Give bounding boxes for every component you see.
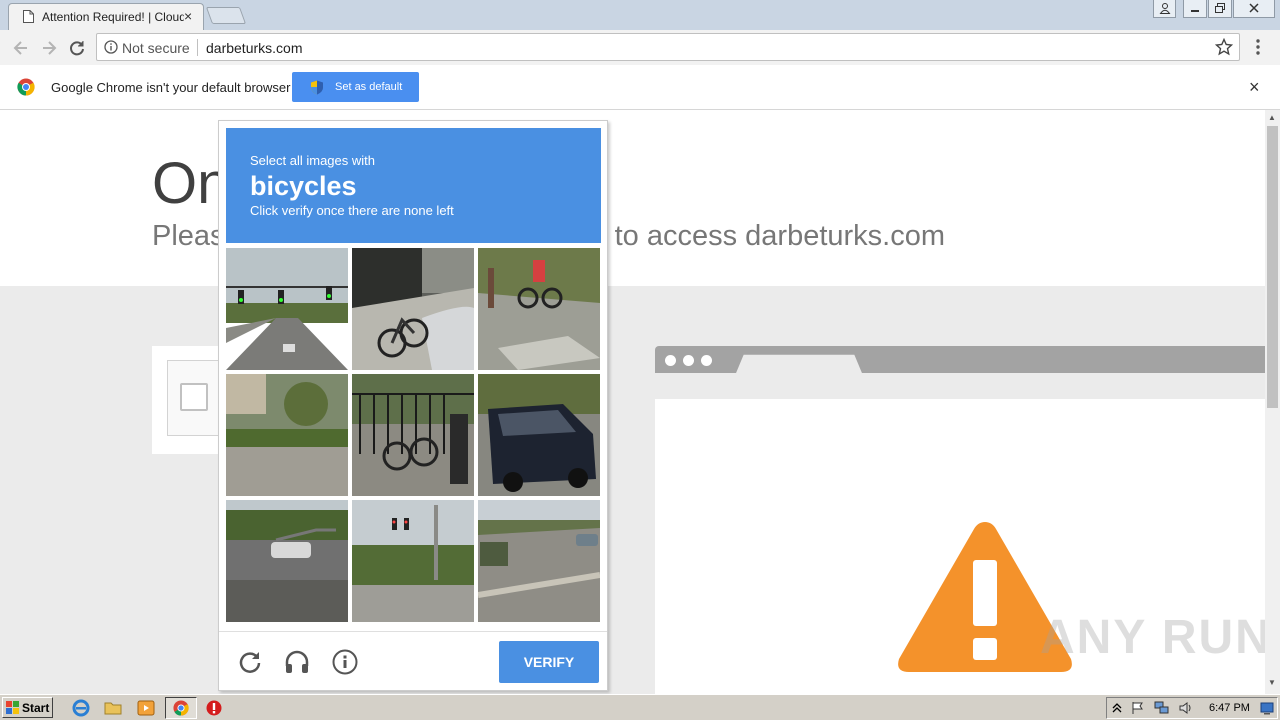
tile-image bbox=[478, 374, 600, 496]
kebab-menu-icon[interactable] bbox=[1252, 38, 1264, 56]
challenge-instruction: Select all images with bbox=[250, 153, 375, 168]
image-tile[interactable] bbox=[352, 248, 474, 370]
tile-image bbox=[352, 248, 474, 370]
restore-button[interactable] bbox=[1208, 0, 1232, 18]
image-tile[interactable] bbox=[352, 374, 474, 496]
tile-image bbox=[478, 500, 600, 622]
infobar-close-button[interactable]: × bbox=[1249, 78, 1260, 96]
page-content: One more step Please complete the securi… bbox=[0, 110, 1265, 694]
chrome-logo-icon bbox=[17, 78, 35, 96]
scroll-up-icon[interactable]: ▲ bbox=[1268, 113, 1276, 122]
anyrun-watermark: ANY RUN bbox=[1040, 611, 1265, 664]
restore-icon bbox=[1215, 3, 1225, 13]
tab-title: Attention Required! | Cloudflare bbox=[42, 10, 184, 24]
illustration-dot bbox=[701, 355, 712, 366]
chrome-icon bbox=[173, 700, 189, 716]
verify-button[interactable]: VERIFY bbox=[499, 641, 599, 683]
address-bar[interactable]: Not secure darbeturks.com bbox=[96, 33, 1240, 61]
illustration-tab bbox=[735, 354, 863, 374]
antivirus-icon[interactable] bbox=[205, 699, 223, 717]
illustration-tabbar bbox=[655, 346, 1265, 374]
browser-toolbar: Not secure darbeturks.com bbox=[0, 30, 1280, 65]
challenge-target: bicycles bbox=[250, 171, 357, 201]
reload-icon[interactable] bbox=[67, 38, 87, 58]
forward-arrow-icon[interactable] bbox=[39, 38, 59, 58]
image-tile[interactable] bbox=[478, 374, 600, 496]
person-icon bbox=[1159, 3, 1170, 14]
image-tile[interactable] bbox=[352, 500, 474, 622]
image-tile[interactable] bbox=[478, 500, 600, 622]
image-tile[interactable] bbox=[478, 248, 600, 370]
minimize-icon bbox=[1191, 10, 1199, 12]
taskbar: Start 6:47 PM bbox=[0, 694, 1280, 720]
tile-image bbox=[226, 500, 348, 622]
profile-button[interactable] bbox=[1153, 0, 1176, 18]
volume-icon[interactable] bbox=[1178, 701, 1194, 715]
info-icon[interactable] bbox=[104, 40, 118, 54]
recaptcha-challenge: Select all images with bicycles Click ve… bbox=[218, 120, 608, 691]
image-tile[interactable] bbox=[226, 248, 348, 370]
tile-image bbox=[226, 248, 348, 370]
illustration-dot bbox=[683, 355, 694, 366]
image-grid bbox=[226, 248, 601, 623]
security-label[interactable]: Not secure bbox=[122, 40, 190, 56]
folder-icon[interactable] bbox=[104, 699, 122, 717]
network-icon[interactable] bbox=[1154, 701, 1170, 715]
back-arrow-icon[interactable] bbox=[11, 38, 31, 58]
hero-section: One more step Please complete the securi… bbox=[0, 110, 1265, 286]
infobar-message: Google Chrome isn't your default browser bbox=[51, 80, 291, 95]
tab-close-button[interactable]: × bbox=[184, 7, 192, 25]
title-bar: Attention Required! | Cloudflare × bbox=[0, 0, 1280, 30]
tile-image bbox=[352, 500, 474, 622]
browser-tab[interactable]: Attention Required! | Cloudflare × bbox=[8, 3, 204, 30]
challenge-footer: VERIFY bbox=[219, 631, 607, 691]
internet-explorer-icon[interactable] bbox=[72, 699, 90, 717]
info-icon[interactable] bbox=[332, 649, 358, 675]
captcha-checkbox[interactable] bbox=[180, 383, 208, 411]
scroll-down-icon[interactable]: ▼ bbox=[1268, 678, 1276, 687]
start-button[interactable]: Start bbox=[2, 697, 53, 718]
illustration-dot bbox=[665, 355, 676, 366]
new-tab-button[interactable] bbox=[205, 7, 247, 24]
media-player-icon[interactable] bbox=[137, 699, 155, 717]
url-text[interactable]: darbeturks.com bbox=[206, 40, 302, 56]
tray-expand-icon[interactable] bbox=[1112, 702, 1122, 714]
challenge-header: Select all images with bicycles Click ve… bbox=[226, 128, 601, 243]
set-as-default-label: Set as default bbox=[335, 81, 403, 93]
reload-challenge-icon[interactable] bbox=[237, 649, 263, 675]
default-browser-infobar: Google Chrome isn't your default browser… bbox=[0, 65, 1280, 110]
bookmark-star-icon[interactable] bbox=[1215, 38, 1233, 56]
start-label: Start bbox=[22, 701, 50, 715]
windows-logo-icon bbox=[6, 701, 19, 714]
show-desktop-icon[interactable] bbox=[1260, 701, 1274, 715]
clock: 6:47 PM bbox=[1209, 702, 1250, 714]
tile-image bbox=[478, 248, 600, 370]
tile-image bbox=[226, 374, 348, 496]
page-icon bbox=[23, 10, 34, 23]
headphones-icon[interactable] bbox=[284, 649, 310, 675]
system-tray: 6:47 PM bbox=[1106, 697, 1278, 719]
scroll-thumb[interactable] bbox=[1267, 126, 1278, 408]
tile-image bbox=[352, 374, 474, 496]
chrome-taskbar-button[interactable] bbox=[165, 697, 197, 719]
shield-icon bbox=[311, 80, 323, 95]
flag-icon[interactable] bbox=[1131, 701, 1145, 715]
image-tile[interactable] bbox=[226, 500, 348, 622]
minimize-button[interactable] bbox=[1183, 0, 1207, 18]
challenge-hint: Click verify once there are none left bbox=[250, 203, 454, 218]
vertical-scrollbar[interactable]: ▲ ▼ bbox=[1265, 110, 1280, 694]
close-icon bbox=[1249, 3, 1259, 13]
image-tile[interactable] bbox=[226, 374, 348, 496]
close-window-button[interactable] bbox=[1233, 0, 1275, 18]
set-as-default-button[interactable]: Set as default bbox=[292, 72, 419, 102]
separator bbox=[197, 39, 198, 56]
